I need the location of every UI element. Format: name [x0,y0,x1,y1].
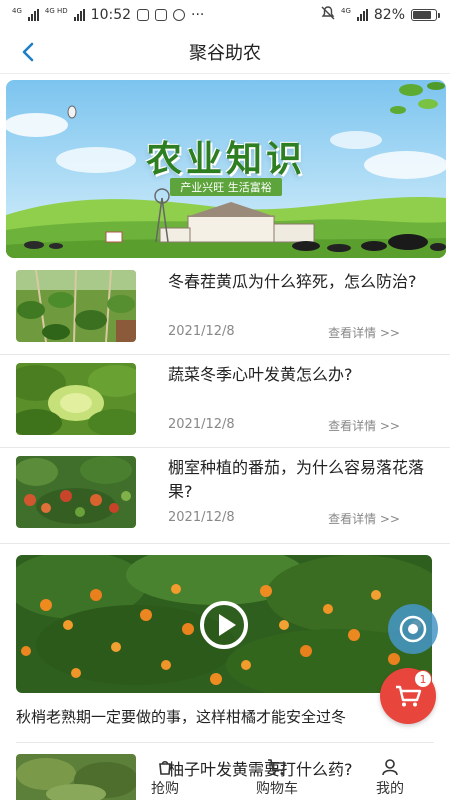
divider [16,742,434,743]
status-more: ··· [191,7,205,23]
nav-bar: 聚谷助农 [0,30,450,74]
floating-cart-button[interactable]: 1 [380,668,436,724]
battery-percent: 82% [373,7,405,23]
view-details-link[interactable]: 查看详情 >> [328,324,400,341]
article-title: 棚室种植的番茄，为什么容易落花落果? [168,458,425,501]
status-bar: 4G 4G HD 10:52 ··· 4G 82% [0,0,450,30]
article-title: 蔬菜冬季心叶发黄怎么办? [168,365,353,384]
banner-subtitle: 产业兴旺 生活富裕 [6,178,446,196]
article-list: 冬春茬黄瓜为什么猝死，怎么防治? 2021/12/8 查看详情 >> 蔬菜冬季心… [0,262,450,544]
article-thumbnail-tomato [16,456,136,528]
mute-icon [321,6,335,24]
article-thumbnail-pomelo [16,754,136,800]
notification-app-icon [155,9,168,21]
tab-label: 抢购 [151,781,179,797]
chevron-left-icon [22,42,34,62]
tab-label: 我的 [376,781,404,797]
user-icon [382,759,398,776]
battery-icon [411,9,440,21]
notification-q-icon [137,9,150,21]
article-date: 2021/12/8 [168,324,235,339]
assistant-icon [399,615,427,643]
status-time: 10:52 [90,7,132,23]
signal-icon-2 [73,9,85,21]
article-date: 2021/12/8 [168,417,235,432]
tab-flash-sale[interactable]: 抢购 [151,758,179,798]
banner[interactable]: 农业知识 产业兴旺 生活富裕 [6,80,446,258]
cart-icon [396,685,422,707]
tab-cart[interactable]: 购物车 [256,758,298,798]
video-caption: 秋梢老熟期一定要做的事，这样柑橘才能安全过冬 [16,708,347,726]
tab-label: 购物车 [256,781,298,797]
network-label-left: 4G [12,6,22,15]
play-icon[interactable] [200,601,248,649]
article-item[interactable]: 棚室种植的番茄，为什么容易落花落果? 2021/12/8 查看详情 >> [0,448,450,544]
flash-sale-icon [159,760,171,775]
floating-assistant-button[interactable] [388,604,438,654]
article-date: 2021/12/8 [168,510,235,525]
article-thumbnail-cabbage [16,363,136,435]
page-title: 聚谷助农 [189,42,261,64]
article-item[interactable]: 蔬菜冬季心叶发黄怎么办? 2021/12/8 查看详情 >> [0,355,450,448]
article-title: 冬春茬黄瓜为什么猝死，怎么防治? [168,272,417,291]
notification-flower-icon [173,9,186,21]
article-thumbnail-cucumber [16,270,136,342]
video-card[interactable] [16,555,432,693]
banner-title: 农业知识 [145,138,306,180]
cart-count-badge: 1 [414,670,432,688]
back-button[interactable] [14,38,42,66]
tab-profile[interactable]: 我的 [376,758,404,798]
signal-icon-right [356,9,368,21]
network-label-right: 4G [340,6,351,15]
view-details-link[interactable]: 查看详情 >> [328,417,400,434]
article-item[interactable]: 冬春茬黄瓜为什么猝死，怎么防治? 2021/12/8 查看详情 >> [0,262,450,355]
view-details-link[interactable]: 查看详情 >> [328,510,400,527]
network-label-left-2: 4G HD [44,6,68,15]
signal-icon [27,9,39,21]
cart-icon [268,759,286,775]
